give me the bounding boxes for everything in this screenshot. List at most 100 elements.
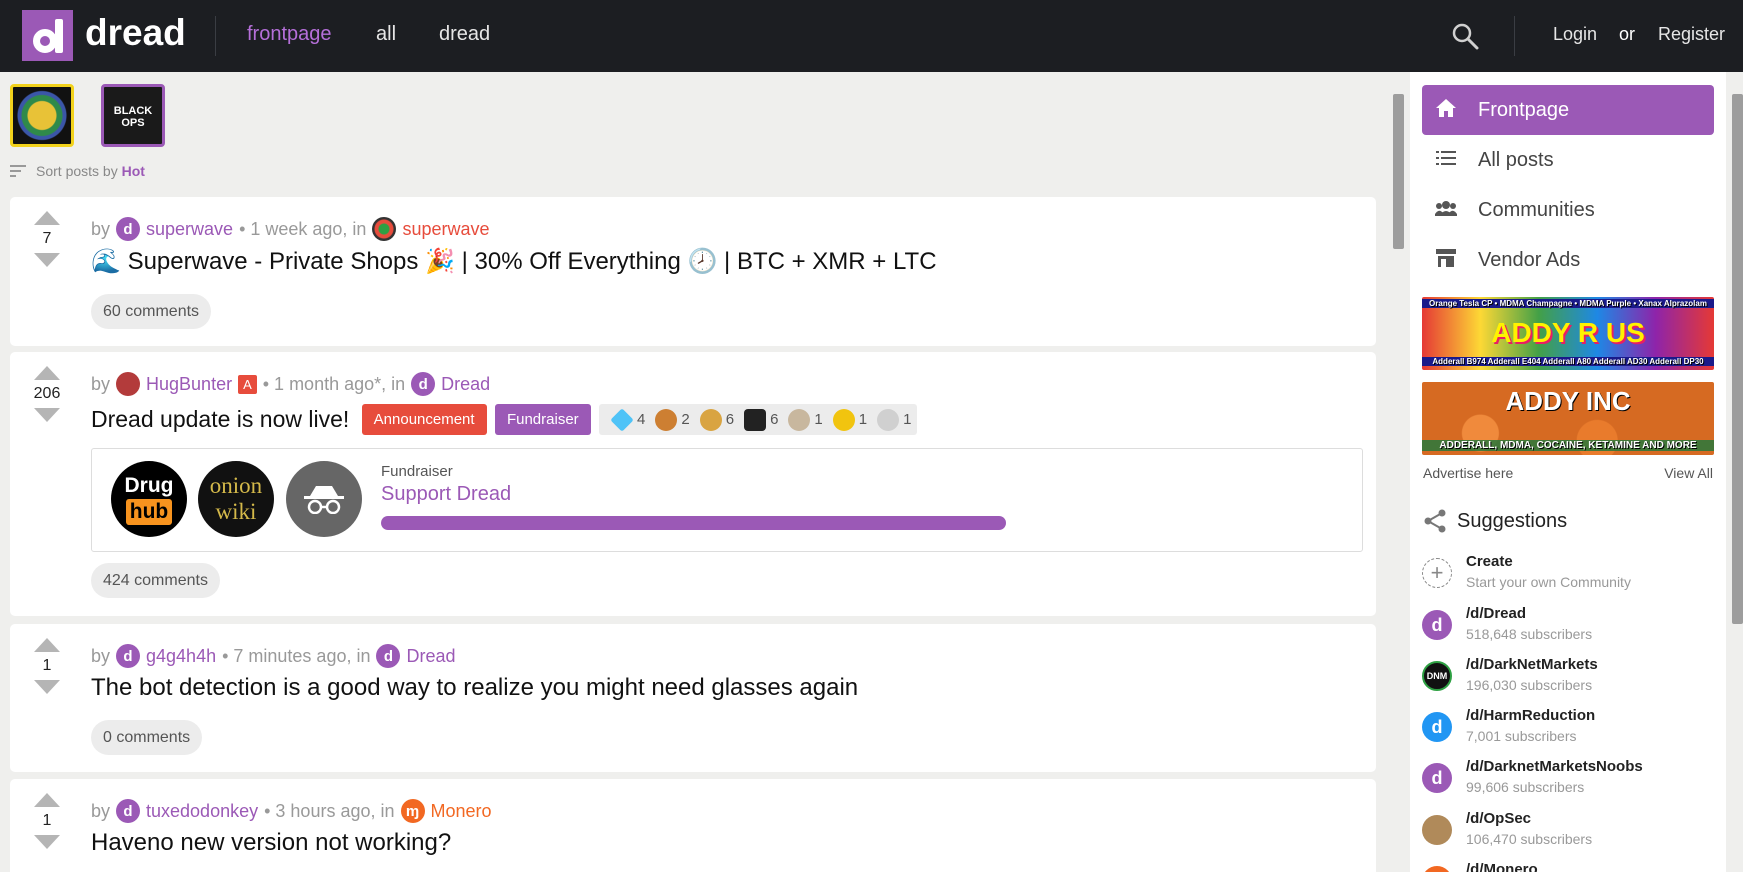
right-sidebar: Frontpage All posts Communities Vendor A…	[1410, 72, 1726, 872]
user-avatar[interactable]	[116, 372, 141, 396]
post-card[interactable]: 1 by d g4g4h4h • 7 minutes ago, in d Dre…	[10, 624, 1376, 772]
post-community[interactable]: Monero	[431, 801, 492, 822]
post-title[interactable]: 🌊 Superwave - Private Shops 🎉 | 30% Off …	[91, 247, 937, 276]
sidebar-item-all-posts[interactable]: All posts	[1422, 135, 1714, 185]
post-card[interactable]: 206 by HugBunter A • 1 month ago*, in d …	[10, 352, 1376, 616]
fundraiser-title[interactable]: Support Dread	[381, 483, 511, 506]
sort-control[interactable]: Sort posts by Hot	[10, 163, 145, 179]
sidebar-scrollbar[interactable]	[1729, 72, 1743, 872]
post-community[interactable]: Dread	[441, 374, 490, 395]
feed-scrollbar[interactable]	[1390, 72, 1404, 872]
nav-frontpage[interactable]: frontpage	[247, 23, 332, 46]
user-avatar[interactable]: d	[116, 799, 141, 823]
share-icon	[1424, 509, 1446, 533]
downvote-icon[interactable]	[34, 253, 60, 267]
reaper-award-icon	[744, 408, 767, 431]
vote-control: 7	[32, 211, 62, 267]
community-name[interactable]: /d/HarmReduction	[1466, 707, 1595, 724]
fundraiser-card[interactable]: Drug hub onion wiki Fundraiser Support D…	[91, 448, 1363, 552]
ad-banner-addy-inc[interactable]: ADDY INC ADDERALL, MDMA, COCAINE, KETAMI…	[1422, 382, 1714, 455]
site-title[interactable]: dread	[85, 12, 186, 54]
community-item[interactable]: d /d/HarmReduction 7,001 subscribers	[1422, 707, 1714, 747]
nav-all[interactable]: all	[376, 23, 396, 46]
register-link[interactable]: Register	[1658, 24, 1725, 45]
community-avatar[interactable]: d	[411, 372, 436, 396]
dread-logo-icon[interactable]	[22, 10, 73, 61]
post-card[interactable]: 1 by d tuxedodonkey • 3 hours ago, in ɱ …	[10, 779, 1376, 872]
award-count: 4	[637, 411, 646, 428]
upvote-icon[interactable]	[34, 366, 60, 380]
ad-banner-addy-r-us[interactable]: Orange Tesla CP • MDMA Champagne • MDMA …	[1422, 297, 1714, 370]
featured-thumb-black-ops[interactable]: BLACK OPS	[101, 84, 165, 147]
post-card[interactable]: 7 by d superwave • 1 week ago, in superw…	[10, 197, 1376, 346]
sidebar-item-communities[interactable]: Communities	[1422, 185, 1714, 235]
wave-icon: 🌊	[91, 248, 121, 275]
monero-icon[interactable]: ɱ	[400, 799, 425, 823]
post-author[interactable]: HugBunter	[146, 374, 232, 395]
community-name[interactable]: /d/DarknetMarketsNoobs	[1466, 758, 1643, 775]
create-title[interactable]: Create	[1466, 553, 1513, 570]
sort-value[interactable]: Hot	[122, 163, 145, 179]
featured-thumb-sunflower[interactable]	[10, 84, 74, 147]
post-title[interactable]: Haveno new version not working?	[91, 829, 451, 857]
downvote-icon[interactable]	[34, 680, 60, 694]
post-title[interactable]: The bot detection is a good way to reali…	[91, 674, 858, 702]
comments-button[interactable]: 0 comments	[91, 720, 203, 755]
community-name[interactable]: /d/Monero	[1466, 861, 1538, 872]
upvote-icon[interactable]	[34, 211, 60, 225]
post-author[interactable]: superwave	[146, 219, 233, 240]
tag-fundraiser[interactable]: Fundraiser	[494, 404, 591, 435]
post-author[interactable]: g4g4h4h	[146, 646, 216, 667]
advertise-link[interactable]: Advertise here	[1423, 465, 1513, 481]
user-avatar[interactable]: d	[116, 217, 141, 241]
community-name[interactable]: /d/DarkNetMarkets	[1466, 656, 1598, 673]
community-item[interactable]: DNM /d/DarkNetMarkets 196,030 subscriber…	[1422, 656, 1714, 696]
community-avatar[interactable]: d	[376, 644, 401, 668]
awards-bar[interactable]: 4 2 6 6 1 1 1	[599, 404, 918, 435]
post-community[interactable]: Dread	[406, 646, 455, 667]
community-item[interactable]: /d/Monero	[1422, 861, 1714, 872]
award-count: 1	[814, 411, 823, 428]
suggestions-title: Suggestions	[1457, 509, 1568, 532]
upvote-icon[interactable]	[34, 638, 60, 652]
community-item[interactable]: /d/OpSec 106,470 subscribers	[1422, 810, 1714, 850]
vote-count: 1	[42, 812, 52, 829]
post-byline: by d superwave • 1 week ago, in superwav…	[91, 217, 490, 241]
post-title-text[interactable]: Superwave - Private Shops 🎉 | 30% Off Ev…	[128, 248, 937, 275]
search-icon[interactable]	[1451, 22, 1479, 50]
community-avatar[interactable]	[372, 217, 397, 241]
community-name[interactable]: /d/Dread	[1466, 605, 1526, 622]
community-name[interactable]: /d/OpSec	[1466, 810, 1531, 827]
ad-links: Advertise here View All	[1423, 465, 1713, 481]
view-all-link[interactable]: View All	[1664, 465, 1713, 481]
post-meta: • 3 hours ago, in	[264, 800, 395, 821]
diamond-award-icon	[610, 407, 634, 432]
sidebar-scrollbar-thumb[interactable]	[1732, 94, 1743, 624]
store-icon	[1434, 248, 1458, 272]
comments-button[interactable]: 60 comments	[91, 294, 212, 329]
downvote-icon[interactable]	[34, 408, 60, 422]
dnmnoobs-community-icon: d	[1422, 763, 1452, 793]
onionwiki-logo: onion wiki	[198, 461, 274, 537]
comments-button[interactable]: 424 comments	[91, 563, 220, 598]
award-count: 1	[903, 411, 912, 428]
login-link[interactable]: Login	[1553, 24, 1597, 45]
upvote-icon[interactable]	[34, 793, 60, 807]
sidebar-item-vendor-ads[interactable]: Vendor Ads	[1422, 235, 1714, 285]
post-author[interactable]: tuxedodonkey	[146, 801, 258, 822]
community-item[interactable]: d /d/DarknetMarketsNoobs 99,606 subscrib…	[1422, 758, 1714, 798]
sidebar-item-frontpage[interactable]: Frontpage	[1422, 85, 1714, 135]
monero-community-icon	[1422, 866, 1452, 872]
tag-announcement[interactable]: Announcement	[361, 404, 487, 435]
post-community[interactable]: superwave	[402, 219, 489, 240]
community-item[interactable]: d /d/Dread 518,648 subscribers	[1422, 605, 1714, 645]
post-title[interactable]: Dread update is now live! Announcement F…	[91, 404, 918, 435]
user-avatar[interactable]: d	[116, 644, 141, 668]
create-community[interactable]: + Create Start your own Community	[1422, 553, 1714, 593]
feed-scrollbar-thumb[interactable]	[1393, 94, 1404, 249]
onionwiki-logo-bottom: wiki	[215, 499, 257, 524]
header-divider	[215, 16, 216, 56]
downvote-icon[interactable]	[34, 835, 60, 849]
nav-dread[interactable]: dread	[439, 23, 490, 46]
post-title-text[interactable]: Dread update is now live!	[91, 406, 349, 432]
